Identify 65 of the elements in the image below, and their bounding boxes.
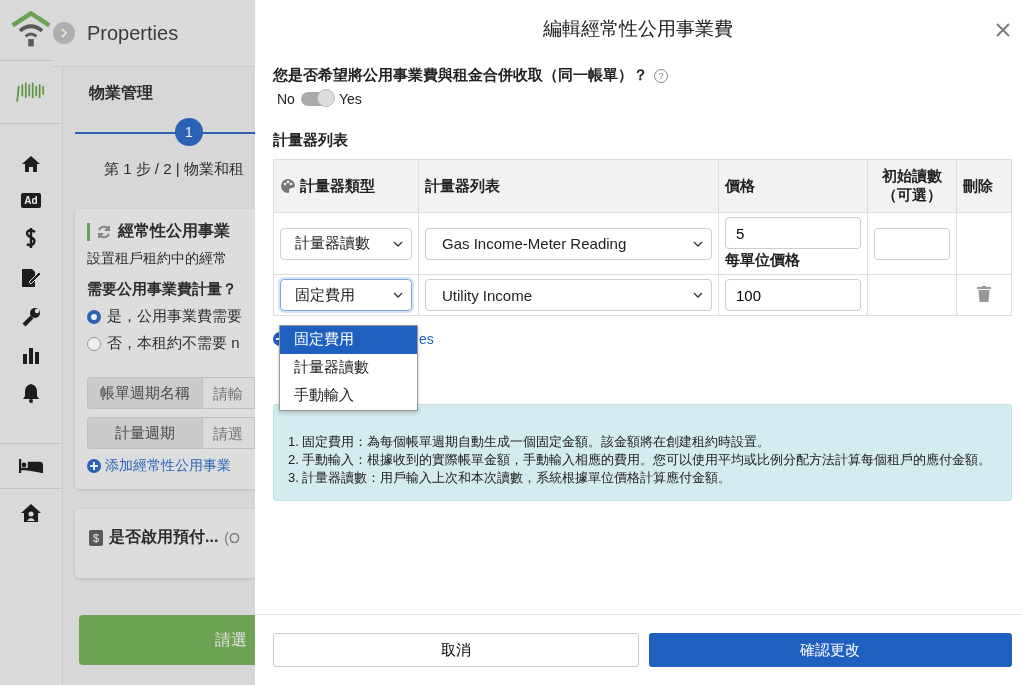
home-icon[interactable] — [21, 154, 41, 174]
refresh-icon — [96, 223, 112, 240]
money-icon: $ — [89, 529, 103, 546]
dropdown-option[interactable]: 計量器讀數 — [280, 354, 417, 382]
ad-icon[interactable]: Ad — [21, 193, 41, 208]
caret-icon — [393, 292, 403, 298]
price-input[interactable]: 100 — [725, 279, 861, 311]
question-label: 需要公用事業費計量？ — [87, 280, 238, 299]
bed-icon[interactable] — [19, 458, 43, 474]
dropdown-option[interactable]: 固定費用 — [280, 326, 417, 354]
house-wifi-logo-icon — [9, 10, 53, 48]
document-pen-icon[interactable] — [20, 268, 42, 288]
card-note: (O — [224, 529, 240, 546]
meter-type-select[interactable]: 固定費用 — [280, 279, 412, 311]
input-field[interactable]: 請輸 — [203, 377, 255, 409]
house-person-icon[interactable] — [20, 503, 42, 523]
radio-option[interactable]: 是，公用事業費需要 — [87, 307, 255, 326]
table-title: 計量器列表 — [273, 131, 349, 150]
info-text: 2. 手動輸入：根據收到的實際帳單金額，手動輸入相應的費用。您可以使用平均或比例分配方法計算每個租戶的應付金額。 — [288, 451, 993, 470]
meter-list-select[interactable]: Gas Income-Meter Reading — [425, 227, 712, 260]
card-title: 是否啟用預付... — [109, 527, 219, 547]
confirm-button[interactable]: 確認更改 — [648, 633, 1012, 667]
column-header: 計量器列表 — [418, 159, 719, 213]
dropdown-option[interactable]: 手動輸入 — [280, 382, 417, 410]
caret-icon — [693, 240, 703, 247]
question-label: 您是否希望將公用事業費與租金合併收取（同一帳單）？ — [273, 66, 648, 85]
chevron-right-icon — [59, 28, 69, 38]
palette-icon — [280, 178, 296, 194]
info-text: 1. 固定費用：為每個帳單週期自動生成一個固定金額。該金額將在創建租約時設置。 — [288, 433, 772, 451]
price-input[interactable]: 5 — [725, 217, 861, 249]
field-label: 計量週期 — [87, 417, 203, 449]
section-title: 物業管理 — [89, 83, 154, 103]
wrench-icon[interactable] — [21, 307, 41, 327]
toggle-on-label: Yes — [338, 91, 362, 107]
toggle-off-label: No — [277, 91, 295, 107]
trash-icon[interactable] — [977, 285, 991, 302]
dollar-icon[interactable] — [24, 227, 38, 249]
step-label: 第 1 步 / 2 | 物業和租 — [104, 160, 245, 179]
modal-title: 編輯經常性公用事業費 — [543, 17, 733, 41]
add-utility-link[interactable]: 添加經常性公用事業 — [105, 457, 231, 475]
step-indicator: 1 — [175, 118, 203, 146]
initial-reading-input[interactable] — [874, 227, 950, 260]
add-meter-link[interactable]: es — [419, 331, 434, 347]
column-header: 刪除 — [956, 159, 1012, 213]
close-icon[interactable] — [995, 22, 1011, 38]
bell-icon[interactable] — [22, 383, 40, 403]
card-description: 設置租戶租約中的經常 — [87, 250, 228, 268]
caret-icon — [693, 292, 703, 298]
bar-chart-icon[interactable] — [22, 346, 40, 364]
column-header: 價格 — [718, 159, 868, 213]
info-text: 3. 計量器讀數：用戶輸入上次和本次讀數，系統根據單位價格計算應付金額。 — [288, 469, 733, 488]
page-title: Properties — [87, 21, 179, 45]
column-header: 初始讀數（可選） — [867, 159, 957, 213]
input-field[interactable]: 請選 — [203, 417, 255, 449]
column-header-text: 計量器類型 — [300, 176, 375, 196]
plus-circle-icon[interactable] — [87, 459, 101, 473]
meter-type-select[interactable]: 計量器讀數 — [280, 227, 412, 260]
radio-option[interactable]: 否，本租約不需要 n — [87, 334, 255, 353]
cancel-button[interactable]: 取消 — [273, 633, 639, 667]
price-note: 每單位價格 — [725, 251, 801, 270]
field-label: 帳單週期名稱 — [87, 377, 203, 409]
meter-list-select[interactable]: Utility Income — [425, 279, 712, 311]
toggle-switch[interactable] — [300, 92, 333, 106]
caret-icon — [393, 240, 403, 247]
card-title: 經常性公用事業 — [118, 221, 230, 241]
